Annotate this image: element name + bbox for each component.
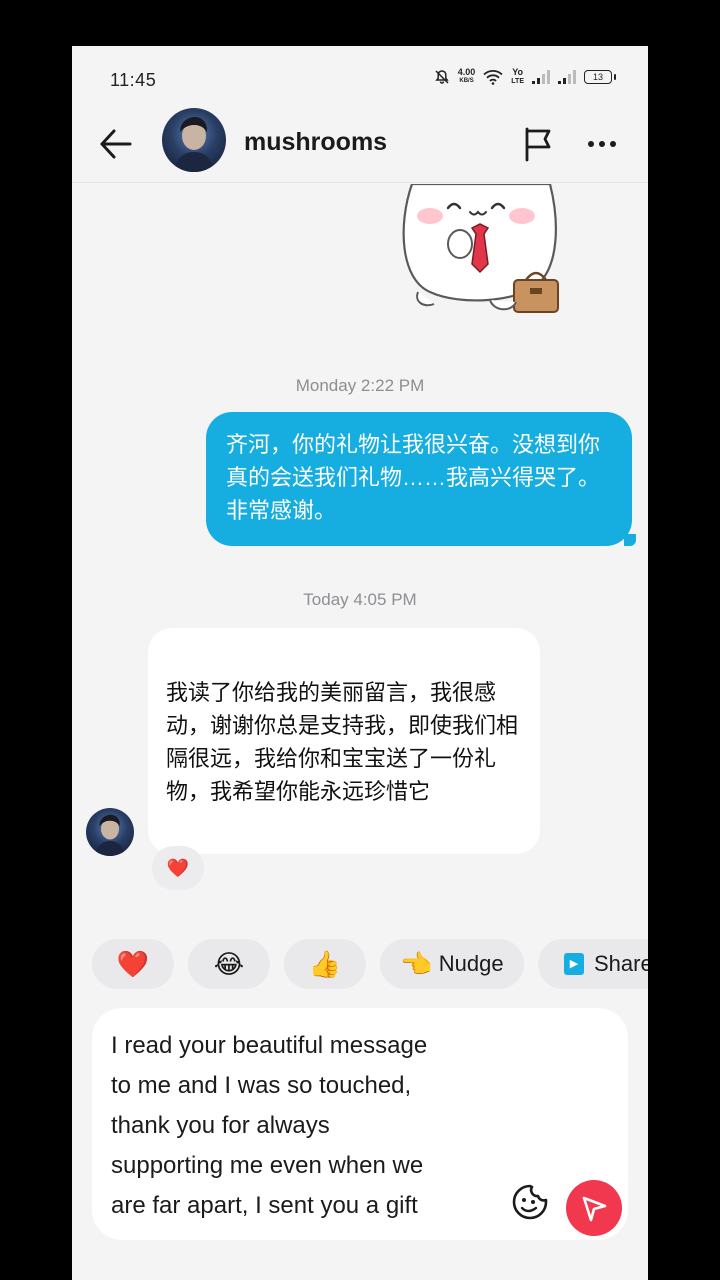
nudge-label: Nudge xyxy=(438,951,504,976)
share-icon: ▶ xyxy=(564,953,584,975)
bubble-tail xyxy=(624,534,636,546)
status-time: 11:45 xyxy=(110,70,157,90)
battery-icon: 13 xyxy=(584,70,616,84)
send-button[interactable] xyxy=(566,1180,622,1236)
back-arrow-icon[interactable] xyxy=(94,122,138,166)
signal-strength-icon-1 xyxy=(532,70,550,84)
heart-icon: ❤️ xyxy=(116,949,150,979)
heart-icon: ❤️ xyxy=(166,858,190,878)
volte-indicator: Yo LTE xyxy=(511,67,524,86)
avatar-figure-icon xyxy=(174,117,214,172)
phone-screen: 11:45 4.00 KB/S Yo LTE 13 mushrooms Mond… xyxy=(72,46,648,1280)
heart-reaction[interactable]: ❤️ xyxy=(152,846,204,890)
sender-avatar[interactable] xyxy=(86,808,134,856)
message-input[interactable]: I read your beautiful message to me and … xyxy=(111,1026,511,1226)
quick-reply-thumbs-up[interactable]: 👍 xyxy=(284,939,366,989)
status-bar: 11:45 4.00 KB/S Yo LTE 13 xyxy=(72,46,648,106)
message-timestamp: Today 4:05 PM xyxy=(303,590,417,609)
message-timestamp: Monday 2:22 PM xyxy=(295,376,425,395)
signal-strength-icon-2 xyxy=(558,70,576,84)
outgoing-message-bubble[interactable]: 齐河，你的礼物让我很兴奋。没想到你真的会送我们礼物……我高兴得哭了。非常感谢。 xyxy=(206,412,632,546)
mute-bell-icon xyxy=(435,70,449,84)
wifi-icon xyxy=(483,70,503,85)
cat-sticker[interactable] xyxy=(390,184,566,324)
quick-reply-share[interactable]: ▶ Share xyxy=(538,939,648,989)
pointing-hand-icon: 👈 xyxy=(400,949,433,979)
quick-reply-heart[interactable]: ❤️ xyxy=(92,939,174,989)
network-speed: 4.00 KB/S xyxy=(457,67,476,85)
status-icons: 4.00 KB/S Yo LTE 13 xyxy=(434,67,616,86)
quick-reply-nudge[interactable]: 👈 Nudge xyxy=(380,939,524,989)
avatar-figure-icon xyxy=(95,814,125,856)
message-composer: I read your beautiful message to me and … xyxy=(92,1008,628,1240)
send-arrow-icon xyxy=(582,1196,607,1222)
flag-icon[interactable] xyxy=(518,124,558,164)
thumbs-up-icon: 👍 xyxy=(308,949,342,979)
quick-reply-bar: ❤️ 😂 👍 👈 Nudge ▶ Share xyxy=(92,939,648,989)
share-label: Share xyxy=(594,951,648,976)
contact-name[interactable]: mushrooms xyxy=(244,128,387,157)
chat-header: mushrooms xyxy=(72,106,648,183)
sticker-icon[interactable] xyxy=(508,1180,552,1224)
contact-avatar[interactable] xyxy=(162,108,226,172)
quick-reply-laugh[interactable]: 😂 xyxy=(188,939,270,989)
incoming-message-bubble[interactable]: 我读了你给我的美丽留言，我很感动，谢谢你总是支持我，即使我们相隔很远，我给你和宝… xyxy=(148,628,540,854)
laughing-face-icon: 😂 xyxy=(213,949,245,979)
more-icon[interactable] xyxy=(582,124,622,164)
